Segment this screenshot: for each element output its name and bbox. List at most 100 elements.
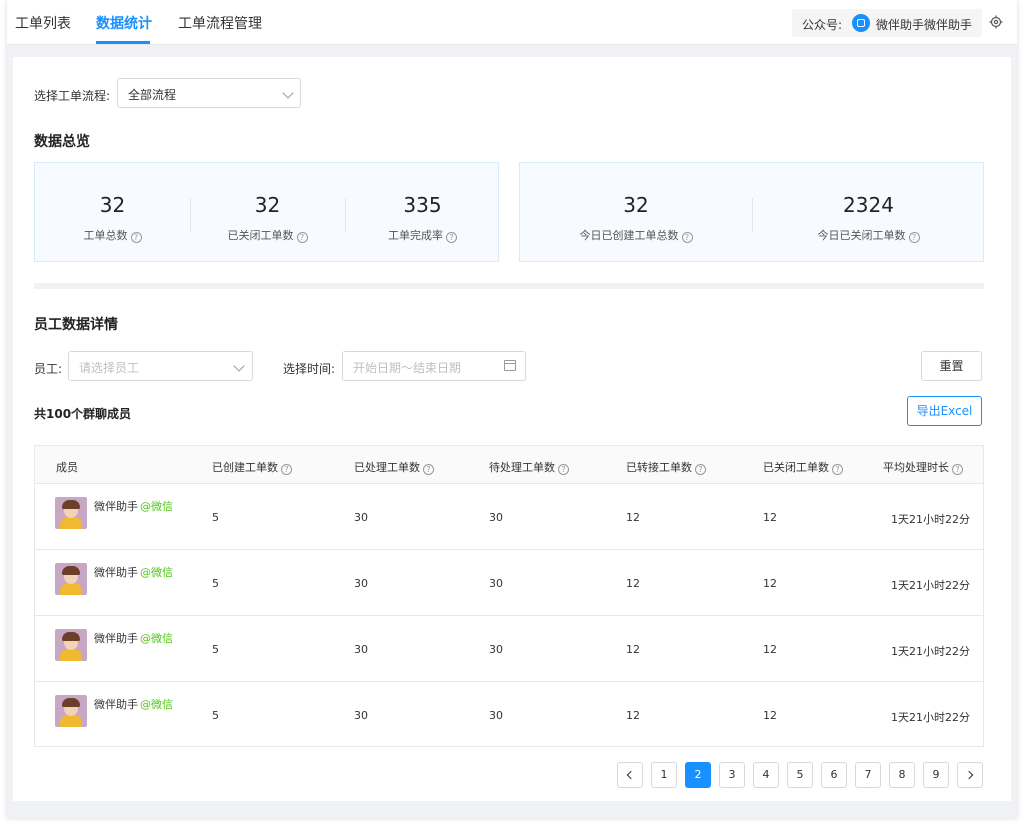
member-count: 共100个群聊成员 bbox=[34, 407, 132, 421]
help-icon[interactable]: ? bbox=[558, 464, 569, 475]
date-range-placeholder: 开始日期～结束日期 bbox=[353, 361, 462, 375]
table-row: 微伴助手 @微信 5 30 30 12 12 1天21小时22分 bbox=[35, 616, 983, 682]
cell-handled: 30 bbox=[354, 643, 368, 656]
avatar bbox=[55, 497, 87, 529]
pagination-page-9[interactable]: 9 bbox=[923, 762, 949, 788]
active-tab-indicator bbox=[96, 41, 150, 44]
help-icon[interactable]: ? bbox=[681, 232, 693, 243]
pagination-page-1[interactable]: 1 bbox=[651, 762, 677, 788]
employee-select[interactable]: 请选择员工 bbox=[68, 351, 253, 381]
cell-handled: 30 bbox=[354, 709, 368, 722]
tab-workflow-management[interactable]: 工单流程管理 bbox=[178, 13, 262, 33]
member-name: 微伴助手 @微信 bbox=[94, 698, 173, 711]
help-icon[interactable]: ? bbox=[130, 232, 142, 243]
cell-pending: 30 bbox=[489, 709, 503, 722]
stat-caption: 已关闭工单数? bbox=[190, 227, 345, 243]
cell-transferred: 12 bbox=[626, 709, 640, 722]
account-name: 微伴助手微伴助手 bbox=[876, 18, 973, 32]
help-icon[interactable]: ? bbox=[281, 464, 292, 475]
avatar bbox=[55, 695, 87, 727]
stat-today-closed: 2324 今日已关闭工单数? bbox=[752, 163, 985, 263]
cell-pending: 30 bbox=[489, 511, 503, 524]
pagination-page-8[interactable]: 8 bbox=[889, 762, 915, 788]
cell-created: 5 bbox=[212, 577, 219, 590]
cell-closed: 12 bbox=[763, 709, 777, 722]
chevron-right-icon bbox=[964, 770, 974, 780]
employee-stats-table: 成员 已创建工单数? 已处理工单数? 待处理工单数? 已转接工单数? 已关闭工单… bbox=[34, 445, 984, 747]
overview-stats-right: 32 今日已创建工单总数? 2324 今日已关闭工单数? bbox=[519, 162, 984, 262]
stat-value: 2324 bbox=[843, 193, 894, 217]
cell-avg-time: 1天21小时22分 bbox=[891, 513, 970, 526]
account-selector[interactable]: 公众号: 微伴助手微伴助手 bbox=[792, 9, 982, 37]
stat-value: 32 bbox=[623, 193, 649, 217]
cell-handled: 30 bbox=[354, 577, 368, 590]
cell-avg-time: 1天21小时22分 bbox=[891, 645, 970, 658]
member-tag: @微信 bbox=[140, 698, 173, 711]
column-header-created: 已创建工单数? bbox=[212, 459, 292, 475]
chevron-down-icon bbox=[282, 87, 294, 99]
help-icon[interactable]: ? bbox=[695, 464, 706, 475]
member-tag: @微信 bbox=[140, 566, 173, 579]
chevron-left-icon bbox=[626, 770, 636, 780]
tab-data-statistics[interactable]: 数据统计 bbox=[96, 13, 152, 33]
calendar-icon bbox=[504, 360, 516, 371]
overview-title: 数据总览 bbox=[34, 134, 90, 150]
cell-closed: 12 bbox=[763, 643, 777, 656]
workflow-filter-label: 选择工单流程: bbox=[34, 89, 111, 103]
stat-completion-rate: 335 工单完成率? bbox=[345, 163, 500, 263]
gear-icon[interactable] bbox=[989, 15, 1003, 29]
pagination-page-7[interactable]: 7 bbox=[855, 762, 881, 788]
cell-transferred: 12 bbox=[626, 643, 640, 656]
cell-transferred: 12 bbox=[626, 511, 640, 524]
help-icon[interactable]: ? bbox=[423, 464, 434, 475]
help-icon[interactable]: ? bbox=[296, 232, 308, 243]
help-icon[interactable]: ? bbox=[952, 464, 963, 475]
cell-pending: 30 bbox=[489, 577, 503, 590]
account-label: 公众号: bbox=[802, 18, 843, 32]
pagination-page-6[interactable]: 6 bbox=[821, 762, 847, 788]
column-header-member: 成员 bbox=[56, 461, 78, 474]
stat-caption: 今日已关闭工单数? bbox=[752, 227, 985, 243]
cell-avg-time: 1天21小时22分 bbox=[891, 711, 970, 724]
stat-value: 335 bbox=[403, 193, 442, 217]
chevron-down-icon bbox=[233, 360, 245, 372]
cell-closed: 12 bbox=[763, 577, 777, 590]
stat-caption: 工单总数? bbox=[35, 227, 190, 243]
cell-created: 5 bbox=[212, 709, 219, 722]
tab-ticket-list[interactable]: 工单列表 bbox=[15, 13, 71, 33]
pagination-page-5[interactable]: 5 bbox=[787, 762, 813, 788]
help-icon[interactable]: ? bbox=[832, 464, 843, 475]
member-tag: @微信 bbox=[140, 632, 173, 645]
overview-stats-left: 32 工单总数? 32 已关闭工单数? 335 工单完成率? bbox=[34, 162, 499, 262]
pagination-page-3[interactable]: 3 bbox=[719, 762, 745, 788]
avatar bbox=[55, 629, 87, 661]
workflow-select[interactable]: 全部流程 bbox=[117, 78, 301, 108]
date-range-picker[interactable]: 开始日期～结束日期 bbox=[342, 351, 526, 381]
help-icon[interactable]: ? bbox=[908, 232, 920, 243]
reset-button[interactable]: 重置 bbox=[921, 351, 982, 381]
cell-pending: 30 bbox=[489, 643, 503, 656]
column-header-transferred: 已转接工单数? bbox=[626, 459, 706, 475]
pagination-prev-button[interactable] bbox=[617, 762, 643, 788]
help-icon[interactable]: ? bbox=[446, 232, 457, 243]
cell-transferred: 12 bbox=[626, 577, 640, 590]
cell-created: 5 bbox=[212, 511, 219, 524]
pagination-page-2[interactable]: 2 bbox=[685, 762, 711, 788]
table-header: 成员 已创建工单数? 已处理工单数? 待处理工单数? 已转接工单数? 已关闭工单… bbox=[35, 446, 983, 484]
export-excel-button[interactable]: 导出Excel bbox=[907, 396, 982, 426]
member-name: 微伴助手 @微信 bbox=[94, 566, 173, 579]
employee-filter-label: 员工: bbox=[34, 362, 63, 376]
table-row: 微伴助手 @微信 5 30 30 12 12 1天21小时22分 bbox=[35, 682, 983, 748]
member-name: 微伴助手 @微信 bbox=[94, 500, 173, 513]
member-tag: @微信 bbox=[140, 500, 173, 513]
pagination-page-4[interactable]: 4 bbox=[753, 762, 779, 788]
time-filter-label: 选择时间: bbox=[283, 362, 336, 376]
table-row: 微伴助手 @微信 5 30 30 12 12 1天21小时22分 bbox=[35, 484, 983, 550]
column-header-pending: 待处理工单数? bbox=[489, 459, 569, 475]
workflow-select-value: 全部流程 bbox=[128, 88, 177, 102]
app-frame: 工单列表 数据统计 工单流程管理 公众号: 微伴助手微伴助手 选择工单流程: 全… bbox=[7, 0, 1017, 818]
stat-value: 32 bbox=[99, 193, 126, 217]
pagination-next-button[interactable] bbox=[957, 762, 983, 788]
cell-avg-time: 1天21小时22分 bbox=[891, 579, 970, 592]
stat-total-tickets: 32 工单总数? bbox=[35, 163, 190, 263]
